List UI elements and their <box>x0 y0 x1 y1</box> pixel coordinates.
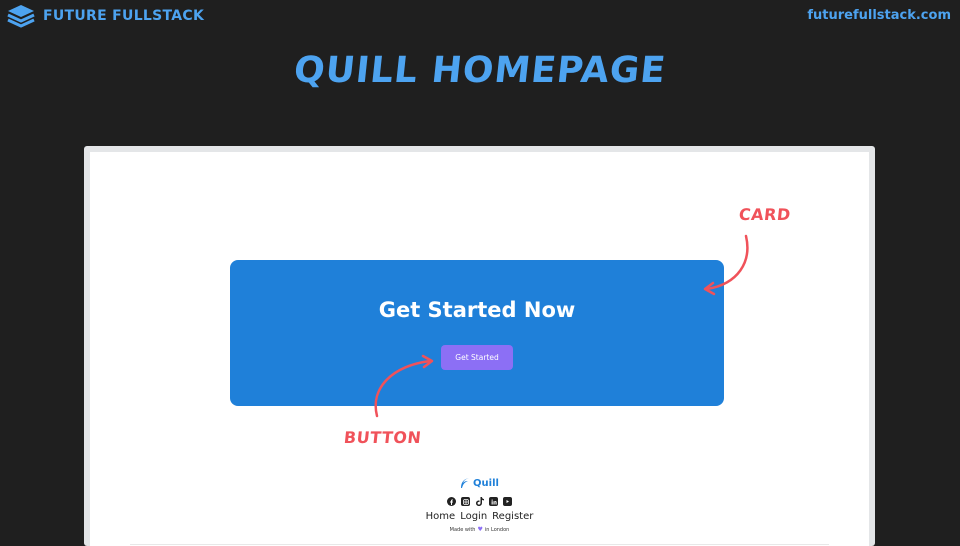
button-annotation-arrow <box>374 354 434 418</box>
divider <box>130 544 829 545</box>
